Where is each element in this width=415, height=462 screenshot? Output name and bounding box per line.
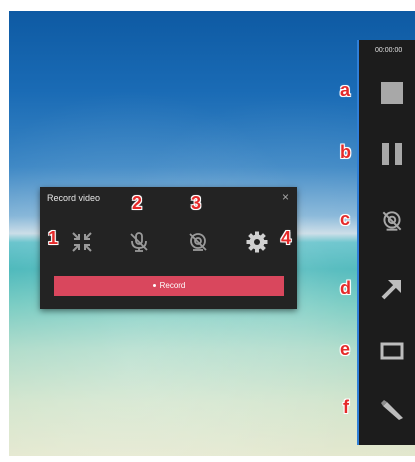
annotation-letter-d: d	[340, 278, 351, 298]
annotation-number-2: 2	[132, 193, 143, 213]
pen-icon[interactable]	[379, 396, 405, 422]
annotation-letter-a: a	[340, 80, 351, 100]
annotation-number-1: 1	[48, 228, 59, 248]
annotation-letter-e: e	[340, 339, 351, 359]
annotation-letter-b: b	[340, 142, 351, 162]
stop-icon[interactable]	[379, 80, 405, 106]
camera-off-icon[interactable]	[186, 230, 210, 254]
annotation-letter-f: f	[343, 397, 349, 417]
microphone-off-icon[interactable]	[127, 230, 151, 254]
settings-icon[interactable]	[245, 230, 269, 254]
record-label: Record	[159, 281, 186, 290]
camera-off-icon[interactable]	[379, 208, 405, 234]
annotation-letter-c: c	[340, 209, 351, 229]
close-button[interactable]: ×	[282, 190, 289, 204]
arrow-icon[interactable]	[379, 276, 405, 302]
record-button[interactable]: Record	[54, 276, 284, 296]
window-title: Record video	[47, 193, 101, 203]
recording-toolbar: 00:00:00	[357, 40, 415, 445]
collapse-icon[interactable]	[70, 230, 94, 254]
rectangle-icon[interactable]	[379, 338, 405, 364]
record-dot-icon	[152, 284, 156, 288]
record-video-window: Record video × Record	[40, 187, 297, 309]
annotation-number-4: 4	[281, 228, 292, 248]
recording-timer: 00:00:00	[375, 47, 403, 54]
pause-icon[interactable]	[379, 141, 405, 167]
annotation-number-3: 3	[191, 193, 202, 213]
